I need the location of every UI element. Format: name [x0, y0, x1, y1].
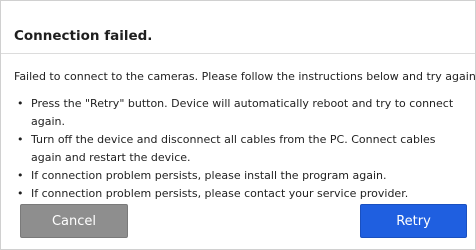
- dialog-title: Connection failed.: [14, 28, 153, 44]
- dialog-intro-text: Failed to connect to the cameras. Please…: [14, 70, 476, 83]
- instruction-item: • If connection problem persists, please…: [14, 167, 459, 185]
- instruction-item: • Turn off the device and disconnect all…: [14, 131, 459, 167]
- instruction-text: If connection problem persists, please c…: [31, 187, 409, 200]
- instruction-text: If connection problem persists, please i…: [31, 169, 387, 182]
- title-divider: [1, 53, 475, 54]
- connection-failed-dialog: Connection failed. Failed to connect to …: [0, 0, 476, 250]
- bullet-icon: •: [17, 97, 24, 110]
- retry-button[interactable]: Retry: [360, 204, 467, 238]
- bullet-icon: •: [17, 187, 24, 200]
- instructions-list: • Press the "Retry" button. Device will …: [14, 95, 459, 203]
- instruction-item: • Press the "Retry" button. Device will …: [14, 95, 459, 131]
- instruction-text: Press the "Retry" button. Device will au…: [31, 97, 454, 128]
- bullet-icon: •: [17, 169, 24, 182]
- cancel-button[interactable]: Cancel: [20, 204, 128, 238]
- instruction-item: • If connection problem persists, please…: [14, 185, 459, 203]
- instruction-text: Turn off the device and disconnect all c…: [31, 133, 436, 164]
- bullet-icon: •: [17, 133, 24, 146]
